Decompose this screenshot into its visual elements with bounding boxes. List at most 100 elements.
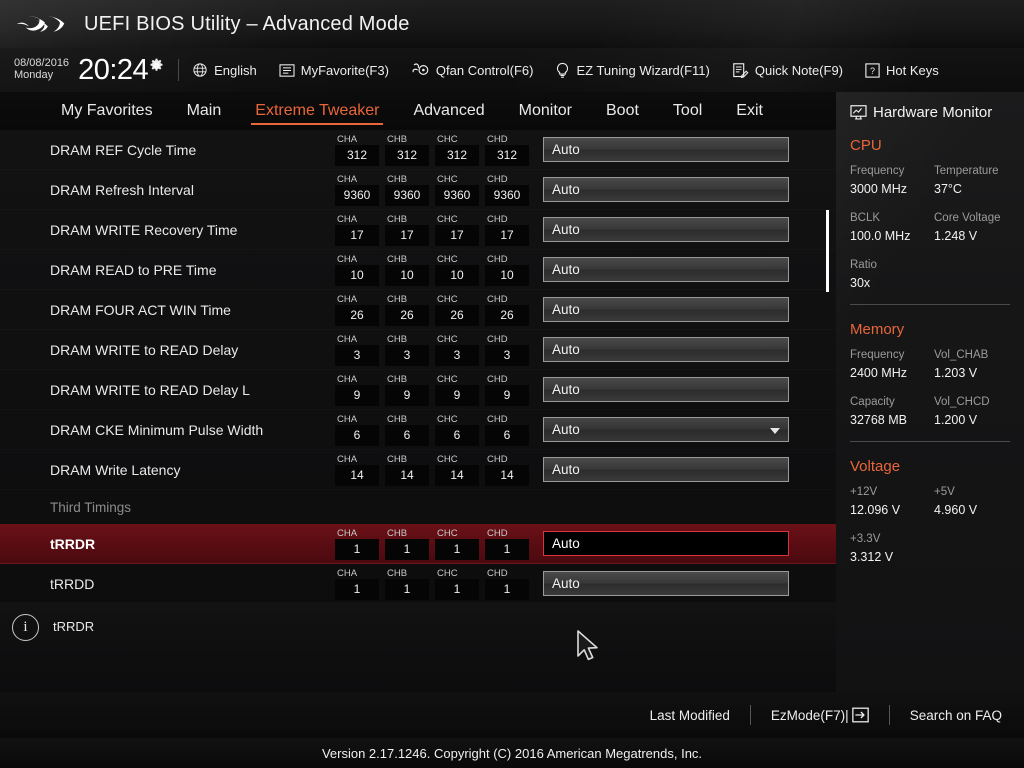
toolbar-item-ez-tuning[interactable]: EZ Tuning Wizard(F11) [555,62,710,79]
channel-cell: CHA 9360 [335,174,379,206]
hw-metric: Vol_CHAB 1.203 V [934,347,1018,382]
setting-value: Auto [552,302,580,317]
channel-header: CHB [387,413,408,425]
setting-row[interactable]: DRAM Write Latency CHA 14 CHB 14 CHC 14 CHD 14 Au… [0,450,836,490]
toolbar-item-label: Quick Note(F9) [754,62,844,78]
chevron-down-icon[interactable] [770,427,780,434]
ez-mode-label: EzMode(F7)| [770,707,849,723]
last-modified-button[interactable]: Last Modified [650,708,730,723]
setting-row[interactable]: DRAM READ to PRE Time CHA 10 CHB 10 CHC 10 CHD 1… [0,250,836,290]
tab-advanced[interactable]: Advanced [396,94,501,128]
hw-metric-value: 3000 MHz [850,182,907,196]
setting-value: Auto [552,462,580,477]
tab-extreme-tweaker[interactable]: Extreme Tweaker [238,94,396,128]
setting-input[interactable]: Auto [543,297,789,322]
channel-value: 9360 [385,184,429,206]
channel-header: CHC [437,453,458,465]
setting-label: DRAM WRITE Recovery Time [50,221,238,238]
channel-value: 10 [385,264,429,286]
settings-list: DRAM REF Cycle Time CHA 312 CHB 312 CHC 312 CHD… [0,130,836,602]
setting-label: DRAM CKE Minimum Pulse Width [50,421,264,438]
ez-mode-button[interactable]: EzMode(F7)| [771,707,869,723]
channel-header: CHB [387,213,408,225]
channel-header: CHC [437,133,458,145]
section-header: Third Timings [50,499,132,515]
channel-cell: CHA 14 [335,454,379,486]
toolbar-item-hot-keys[interactable]: ? Hot Keys [865,63,939,78]
hw-metric-value: 12.096 V [850,503,901,517]
toolbar-item-quick-note[interactable]: Quick Note(F9) [732,62,843,79]
setting-input[interactable]: Auto [543,137,789,162]
setting-input[interactable]: Auto [543,457,789,482]
rog-logo [16,16,65,32]
setting-row[interactable]: DRAM FOUR ACT WIN Time CHA 26 CHB 26 CHC 26 CHD… [0,290,836,330]
hw-section-title: CPU [850,137,882,154]
search-faq-button[interactable]: Search on FAQ [910,708,1002,723]
setting-row[interactable]: DRAM WRITE to READ Delay CHA 3 CHB 3 CHC 3 CHD 3… [0,330,836,370]
note-icon [733,62,749,78]
gear-icon[interactable] [149,58,164,73]
setting-row[interactable]: DRAM WRITE Recovery Time CHA 17 CHB 17 CHC 17 C… [0,210,836,250]
settings-scrollbar[interactable] [826,210,829,292]
channel-cell: CHA 1 [335,528,379,560]
channel-cell: CHB 312 [385,134,429,166]
channel-cell: CHA 3 [335,334,379,366]
setting-label: tRRDR [50,535,96,552]
hw-row: Frequency 3000 MHz Temperature 37°C [836,163,1024,198]
channel-cell: CHB 9360 [385,174,429,206]
setting-row[interactable]: DRAM CKE Minimum Pulse Width CHA 6 CHB 6 CHC 6… [0,410,836,450]
setting-row[interactable]: tRRDD CHA 1 CHB 1 CHC 1 CHD 1 Auto [0,564,836,602]
channel-value: 17 [385,224,429,246]
tab-tool[interactable]: Tool [656,94,719,128]
channel-cell: CHC 312 [435,134,479,166]
channel-value: 3 [385,344,429,366]
channel-values: CHA 9360 CHB 9360 CHC 9360 CHD 9360 [335,174,529,206]
setting-input[interactable]: Auto [543,337,789,362]
setting-input[interactable]: Auto [543,217,789,242]
tab-boot[interactable]: Boot [589,94,656,128]
setting-input[interactable]: Auto [543,531,789,556]
channel-cell: CHA 26 [335,294,379,326]
setting-row[interactable]: tRRDR CHA 1 CHB 1 CHC 1 CHD 1 Auto [0,524,836,564]
footer-bar: Last Modified EzMode(F7)| Search on FAQ [0,692,1024,738]
setting-input[interactable]: Auto [543,177,789,202]
toolbar-item-label: EZ Tuning Wizard(F11) [576,62,710,78]
setting-dropdown[interactable]: Auto [543,417,789,442]
channel-value: 3 [335,344,379,366]
hw-divider [850,304,1010,305]
setting-row[interactable]: DRAM WRITE to READ Delay L CHA 9 CHB 9 CHC 9 CH… [0,370,836,410]
setting-input[interactable]: Auto [543,257,789,282]
toolbar-item-myfavorite[interactable]: MyFavorite(F3) [279,63,389,78]
channel-cell: CHC 1 [435,568,479,600]
setting-row[interactable]: DRAM Refresh Interval CHA 9360 CHB 9360 CHC 93… [0,170,836,210]
hw-metric: Ratio 30x [850,257,934,292]
setting-input[interactable]: Auto [543,377,789,402]
hw-metric-label: Capacity [850,396,895,408]
hw-row: Capacity 32768 MB Vol_CHCD 1.200 V [836,394,1024,429]
channel-cell: CHA 1 [335,568,379,600]
channel-cell: CHA 9 [335,374,379,406]
hw-row: BCLK 100.0 MHz Core Voltage 1.248 V [836,210,1024,245]
hw-metric-label: Vol_CHAB [934,349,989,361]
tab-exit[interactable]: Exit [719,94,780,128]
hw-metric: Core Voltage 1.248 V [934,210,1018,245]
tab-main[interactable]: Main [170,94,239,128]
hw-metric: BCLK 100.0 MHz [850,210,934,245]
tab-monitor[interactable]: Monitor [502,94,589,128]
channel-value: 1 [485,538,529,560]
bulb-icon [557,62,569,78]
question-icon: ? [865,62,880,78]
channel-header: CHA [337,453,358,465]
channel-header: CHB [387,173,408,185]
channel-header: CHD [487,413,508,425]
channel-header: CHD [487,333,508,345]
setting-row[interactable]: DRAM REF Cycle Time CHA 312 CHB 312 CHC 312 CHD… [0,130,836,170]
toolbar-item-english[interactable]: English [192,62,257,78]
toolbar-item-qfan[interactable]: Qfan Control(F6) [411,62,533,78]
channel-cell: CHB 1 [385,528,429,560]
tab-my-favorites[interactable]: My Favorites [44,94,170,128]
channel-value: 14 [385,464,429,486]
channel-cell: CHC 1 [435,528,479,560]
hw-metric-value: 32768 MB [850,413,907,427]
setting-input[interactable]: Auto [543,571,789,596]
